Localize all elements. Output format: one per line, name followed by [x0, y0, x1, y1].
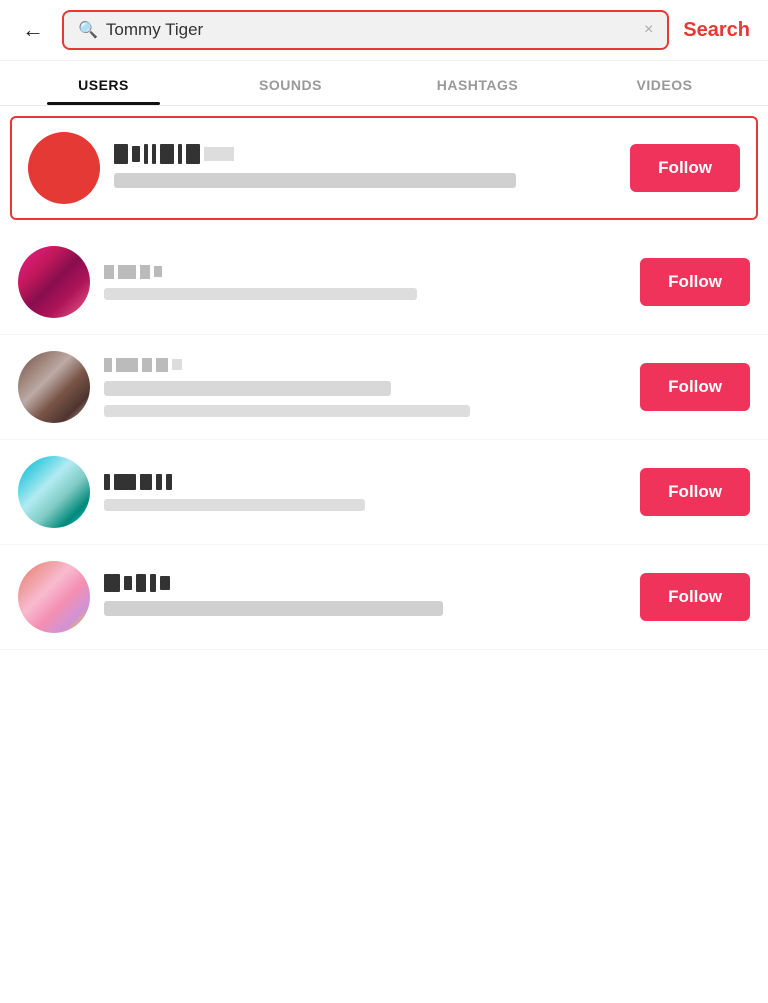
px: [142, 358, 152, 372]
px: [104, 265, 114, 279]
user-info-2: [104, 265, 626, 300]
px: [204, 147, 234, 161]
search-button[interactable]: Search: [679, 19, 754, 42]
user-sub-4: [104, 499, 365, 511]
username-pixels-2: [104, 265, 626, 279]
username-pixels-1: [114, 144, 616, 164]
user-info-1: [114, 144, 616, 193]
follow-button-5[interactable]: Follow: [640, 573, 750, 621]
avatar-3: [18, 351, 90, 423]
user-info-4: [104, 474, 626, 511]
px: [132, 146, 140, 162]
user-item-2: Follow: [0, 230, 768, 335]
px: [104, 574, 120, 592]
user-info-5: [104, 574, 626, 621]
px: [156, 358, 168, 372]
tab-sounds[interactable]: SOUNDS: [197, 61, 384, 105]
px: [118, 265, 136, 279]
tab-users[interactable]: USERS: [10, 61, 197, 105]
px: [144, 144, 148, 164]
avatar-1: [28, 132, 100, 204]
px: [160, 144, 174, 164]
px: [152, 144, 156, 164]
px: [116, 358, 138, 372]
user-item-4: Follow: [0, 440, 768, 545]
px: [140, 474, 152, 490]
username-pixels-5: [104, 574, 626, 592]
back-button[interactable]: ←: [14, 13, 52, 47]
px: [124, 576, 132, 590]
search-header: ← 🔍 × Search: [0, 0, 768, 61]
follow-button-4[interactable]: Follow: [640, 468, 750, 516]
tab-videos[interactable]: VIDEOS: [571, 61, 758, 105]
follow-button-2[interactable]: Follow: [640, 258, 750, 306]
avatar-5: [18, 561, 90, 633]
px: [154, 266, 162, 277]
user-info-3: [104, 358, 626, 417]
tab-hashtags[interactable]: HASHTAGS: [384, 61, 571, 105]
clear-icon[interactable]: ×: [644, 21, 653, 39]
avatar-2: [18, 246, 90, 318]
px: [114, 474, 136, 490]
px: [150, 574, 156, 592]
user-sub-5: [104, 601, 443, 616]
user-list: Follow Follow: [0, 116, 768, 650]
search-icon: 🔍: [78, 20, 98, 40]
username-pixels-3: [104, 358, 626, 372]
px: [156, 474, 162, 490]
px: [172, 359, 182, 370]
search-bar-container: 🔍 ×: [62, 10, 669, 50]
user-sub-3b: [104, 405, 470, 417]
px: [104, 474, 110, 490]
search-input[interactable]: [106, 20, 636, 40]
px: [136, 574, 146, 592]
user-item-3: Follow: [0, 335, 768, 440]
user-sub-1: [114, 173, 516, 188]
px: [104, 358, 112, 372]
username-pixels-4: [104, 474, 626, 490]
follow-button-1[interactable]: Follow: [630, 144, 740, 192]
user-sub-3a: [104, 381, 391, 396]
user-sub-2: [104, 288, 417, 300]
avatar-4: [18, 456, 90, 528]
px: [186, 144, 200, 164]
tab-bar: USERS SOUNDS HASHTAGS VIDEOS: [0, 61, 768, 106]
px: [178, 144, 182, 164]
px: [160, 576, 170, 590]
user-item-1: Follow: [10, 116, 758, 220]
user-item-5: Follow: [0, 545, 768, 650]
follow-button-3[interactable]: Follow: [640, 363, 750, 411]
px: [140, 265, 150, 279]
px: [114, 144, 128, 164]
px: [166, 474, 172, 490]
